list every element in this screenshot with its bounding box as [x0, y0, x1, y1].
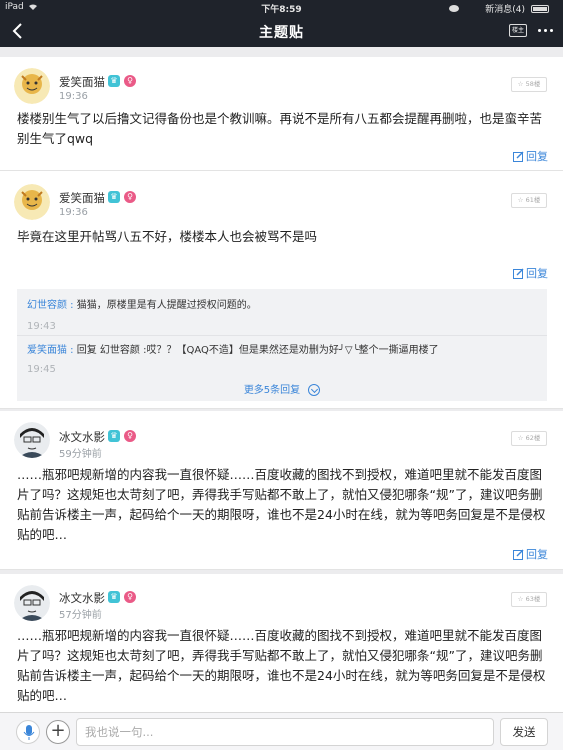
floor-badge[interactable]: ☆ 63楼	[511, 592, 547, 607]
battery-icon	[531, 4, 549, 13]
reply-button[interactable]: 回复	[513, 265, 548, 281]
floor-number: 61楼	[525, 196, 541, 204]
avatar[interactable]	[14, 68, 50, 104]
sub-reply-text: 回复 幻世容颜 :哎？？【QAQ不造】但是果然还是劝删为好╯▽╰整个一撕逼用楼了	[76, 345, 439, 356]
post-content: 毕竟在这里开帖骂八五不好，楼楼本人也会被骂不是吗	[17, 229, 318, 244]
divider	[17, 335, 547, 336]
new-message-count[interactable]: 新消息(4)	[485, 2, 525, 15]
avatar[interactable]	[14, 184, 50, 220]
plus-icon[interactable]: +	[46, 720, 70, 744]
level-badge-icon: ♛	[108, 191, 120, 203]
female-icon: ♀	[124, 430, 136, 442]
post-time: 57分钟前	[59, 610, 102, 621]
female-icon: ♀	[124, 591, 136, 603]
floor-badge[interactable]: ☆ 58楼	[511, 77, 547, 92]
divider	[0, 408, 563, 409]
sub-reply-author[interactable]: 幻世容颜	[27, 300, 67, 311]
post-list[interactable]: 爱笑面猫 ♛ ♀ 19:36 ☆ 58楼 楼楼别生气了以后撸文记得备份也是个教训…	[0, 47, 563, 712]
thumb-icon: ☆	[517, 434, 526, 442]
floor-badge[interactable]: ☆ 62楼	[511, 431, 547, 446]
post-time: 59分钟前	[59, 449, 102, 460]
post-58: 爱笑面猫 ♛ ♀ 19:36 ☆ 58楼 楼楼别生气了以后撸文记得备份也是个教训…	[0, 57, 563, 170]
level-badge-icon: ♛	[108, 75, 120, 87]
edit-icon	[513, 549, 524, 560]
thumb-icon: ☆	[517, 196, 526, 204]
owner-only-button[interactable]: 楼主	[509, 24, 527, 37]
sub-reply-time: 19:45	[27, 364, 56, 375]
sub-reply-author[interactable]: 爱笑面猫	[27, 345, 67, 356]
reply-label: 回复	[526, 267, 548, 280]
author-name[interactable]: 冰文水影	[59, 429, 105, 445]
more-replies-button[interactable]: 更多5条回复	[17, 381, 547, 396]
floor-number: 63楼	[525, 595, 541, 603]
edit-icon	[513, 151, 524, 162]
post-content: ……瓶邪吧规新增的内容我一直很怀疑……百度收藏的图找不到授权，难道吧里就不能发百…	[17, 628, 546, 703]
post-61: 爱笑面猫 ♛ ♀ 19:36 ☆ 61楼 毕竟在这里开帖骂八五不好，楼楼本人也会…	[0, 171, 563, 408]
chevron-down-icon	[308, 384, 321, 396]
sub-reply[interactable]: 幻世容颜 : 猫猫，原楼里是有人提醒过授权问题的。	[27, 299, 542, 313]
thumb-icon: ☆	[517, 595, 526, 603]
sub-reply-time: 19:43	[27, 321, 56, 332]
sub-reply[interactable]: 爱笑面猫 : 回复 幻世容颜 :哎？？【QAQ不造】但是果然还是劝删为好╯▽╰整…	[27, 344, 542, 358]
send-button[interactable]: 发送	[500, 718, 548, 746]
reply-button[interactable]: 回复	[513, 148, 548, 164]
floor-number: 62楼	[525, 434, 541, 442]
message-bubble-icon	[449, 5, 460, 12]
post-63: 冰文水影 ♛ ♀ 57分钟前 ☆ 63楼 ……瓶邪吧规新增的内容我一直很怀疑………	[0, 574, 563, 712]
avatar[interactable]	[14, 585, 50, 621]
sub-reply-list: 幻世容颜 : 猫猫，原楼里是有人提醒过授权问题的。 19:43 爱笑面猫 : 回…	[17, 289, 547, 401]
microphone-icon	[23, 725, 35, 740]
reply-button[interactable]: 回复	[513, 546, 548, 562]
status-bar: iPad 下午8:59 新消息(4)	[0, 0, 563, 15]
female-icon: ♀	[124, 191, 136, 203]
post-time: 19:36	[59, 207, 88, 218]
nav-bar: 主题贴 楼主	[0, 15, 563, 47]
reply-label: 回复	[526, 548, 548, 561]
sub-reply-text: 猫猫，原楼里是有人提醒过授权问题的。	[76, 300, 257, 311]
composer-bar: + 发送	[0, 712, 563, 750]
avatar[interactable]	[14, 422, 50, 458]
edit-icon	[513, 268, 524, 279]
ellipsis-icon[interactable]	[538, 29, 553, 32]
page-title: 主题贴	[259, 25, 304, 41]
author-name[interactable]: 爱笑面猫	[59, 190, 105, 206]
level-badge-icon: ♛	[108, 430, 120, 442]
microphone-button[interactable]	[16, 720, 40, 744]
more-replies-label: 更多5条回复	[243, 385, 301, 396]
post-time: 19:36	[59, 91, 88, 102]
level-badge-icon: ♛	[108, 591, 120, 603]
post-content: 楼楼别生气了以后撸文记得备份也是个教训嘛。再说不是所有八五都会提醒再删啦，也是蛮…	[17, 111, 543, 146]
floor-number: 58楼	[525, 80, 541, 88]
thumb-icon: ☆	[517, 80, 526, 88]
author-name[interactable]: 冰文水影	[59, 590, 105, 606]
female-icon: ♀	[124, 75, 136, 87]
post-content: ……瓶邪吧规新增的内容我一直很怀疑……百度收藏的图找不到授权，难道吧里就不能发百…	[17, 467, 546, 542]
divider	[0, 569, 563, 570]
floor-badge[interactable]: ☆ 61楼	[511, 193, 547, 208]
reply-input[interactable]	[76, 718, 494, 746]
reply-label: 回复	[526, 150, 548, 163]
author-name[interactable]: 爱笑面猫	[59, 74, 105, 90]
post-62: 冰文水影 ♛ ♀ 59分钟前 ☆ 62楼 ……瓶邪吧规新增的内容我一直很怀疑………	[0, 411, 563, 569]
